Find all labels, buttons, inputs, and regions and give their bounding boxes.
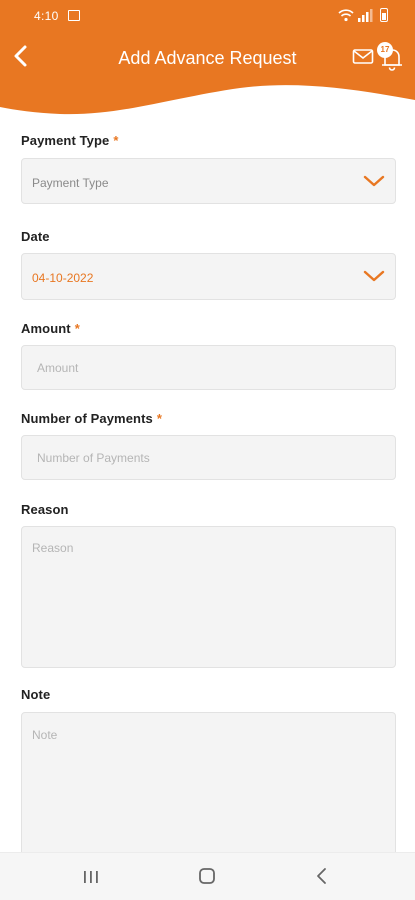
number-of-payments-label: Number of Payments * <box>21 411 163 426</box>
required-marker: * <box>156 411 163 426</box>
recent-apps-icon[interactable] <box>82 869 100 885</box>
amount-placeholder: Amount <box>37 361 79 375</box>
reason-placeholder: Reason <box>32 541 74 555</box>
status-time: 4:10 <box>34 9 59 23</box>
notification-badge: 17 <box>377 42 393 58</box>
signal-icon <box>358 9 373 22</box>
status-bar: 4:10 <box>0 0 415 34</box>
date-label: Date <box>21 229 50 244</box>
amount-input[interactable]: Amount <box>21 345 396 390</box>
payment-type-label: Payment Type * <box>21 133 119 148</box>
reason-label: Reason <box>21 502 69 517</box>
amount-label: Amount * <box>21 321 80 336</box>
date-select[interactable]: 04-10-2022 <box>21 253 396 300</box>
note-placeholder: Note <box>32 728 58 742</box>
required-marker: * <box>74 321 80 336</box>
payment-type-select[interactable]: Payment Type <box>21 158 396 204</box>
chevron-down-icon <box>363 175 385 187</box>
note-textarea[interactable]: Note <box>21 712 396 862</box>
wifi-icon <box>338 9 354 22</box>
image-notification-icon <box>68 10 80 21</box>
back-icon[interactable] <box>314 867 330 885</box>
mail-icon[interactable] <box>352 48 374 66</box>
number-of-payments-input[interactable]: Number of Payments <box>21 435 396 480</box>
required-marker: * <box>113 133 119 148</box>
date-value: 04-10-2022 <box>32 271 94 285</box>
chevron-down-icon <box>363 270 385 282</box>
note-label: Note <box>21 687 51 702</box>
app-header: 4:10 Add Advance Request 17 <box>0 0 415 130</box>
payment-type-value: Payment Type <box>32 176 109 190</box>
home-icon[interactable] <box>198 867 216 885</box>
reason-textarea[interactable]: Reason <box>21 526 396 668</box>
battery-icon <box>380 8 388 22</box>
system-nav-bar <box>0 852 415 900</box>
number-of-payments-placeholder: Number of Payments <box>37 451 150 465</box>
